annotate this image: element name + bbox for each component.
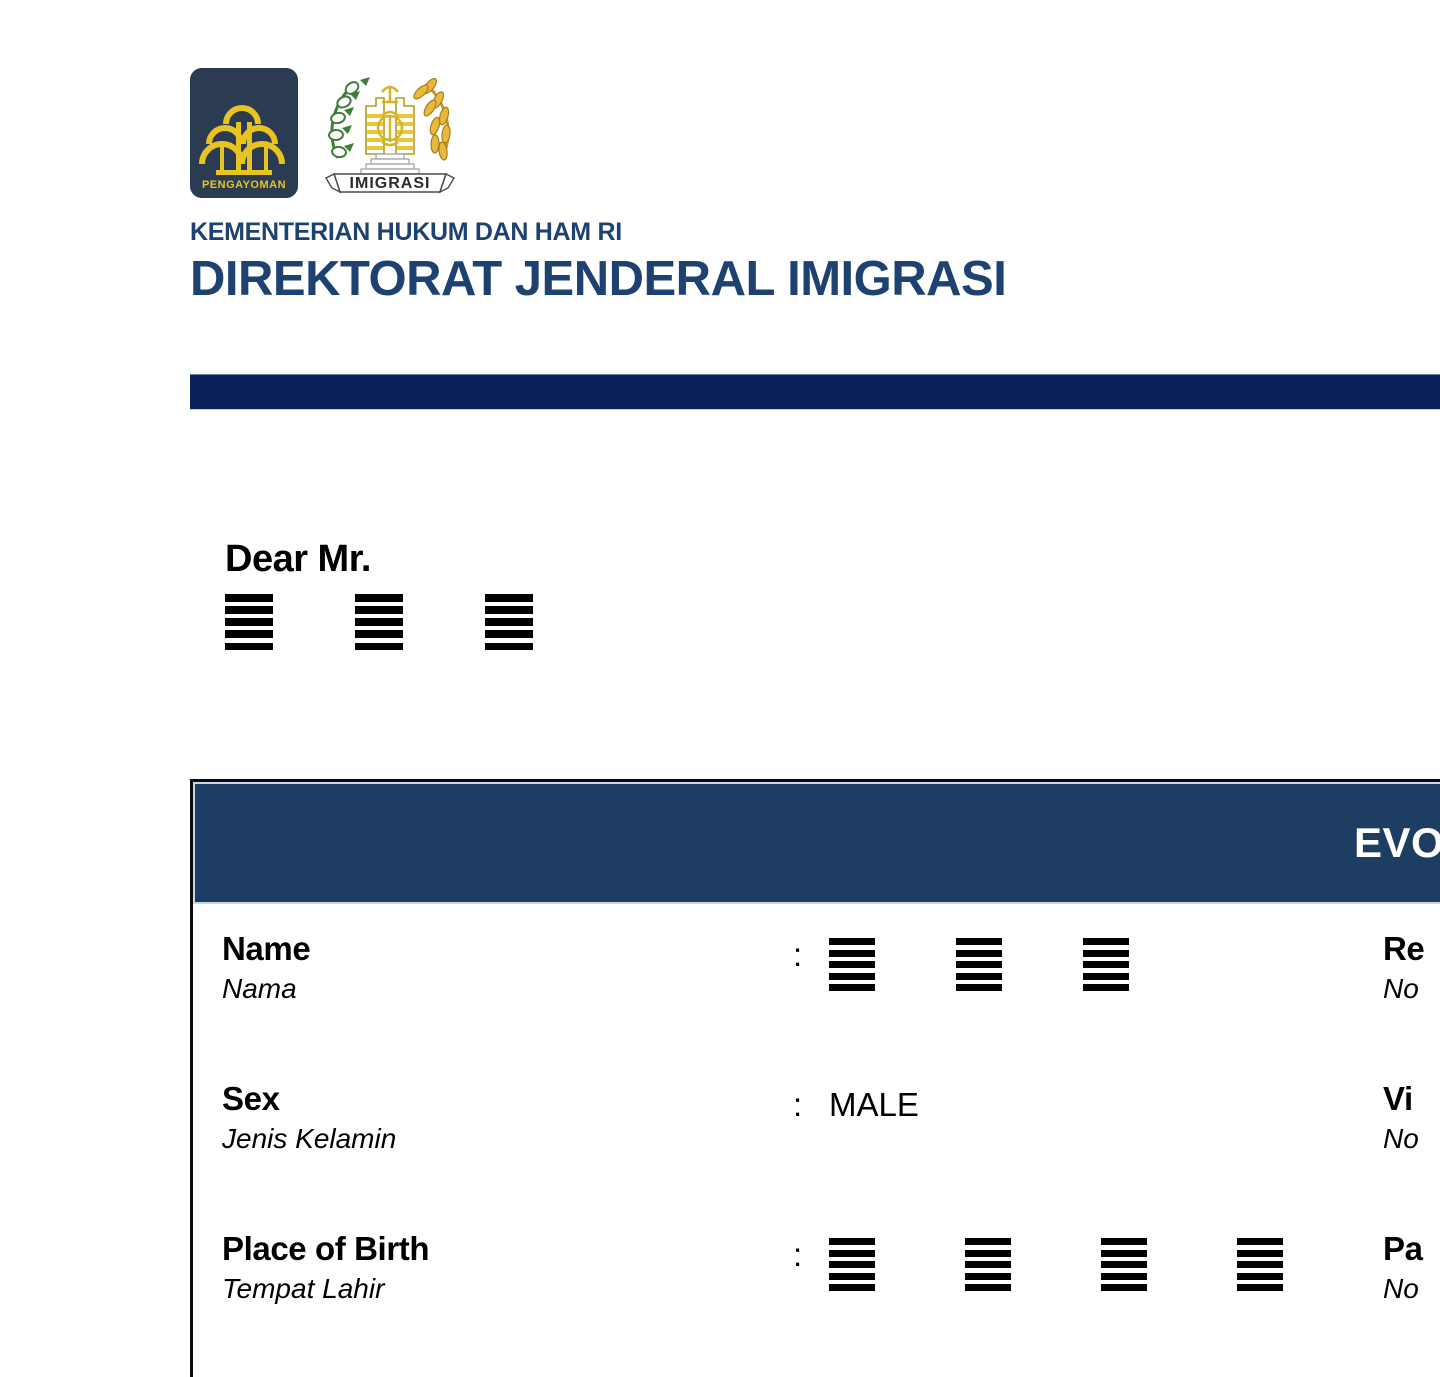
- svg-text:IMIGRASI: IMIGRASI: [350, 175, 431, 192]
- directorate-title: DIREKTORAT JENDERAL IMIGRASI: [190, 252, 1007, 306]
- svg-text:PENGAYOMAN: PENGAYOMAN: [202, 179, 286, 191]
- row-right-column: Pa No: [1383, 1230, 1423, 1307]
- redacted-field-value: [829, 936, 1129, 991]
- field-label-id: No: [1383, 972, 1419, 1004]
- table-header-bar: EVOA: [193, 782, 1440, 904]
- ministry-name: KEMENTERIAN HUKUM DAN HAM RI: [190, 218, 622, 246]
- imigrasi-emblem-icon: IMIGRASI: [320, 58, 460, 198]
- field-label-id: Jenis Kelamin: [222, 1122, 397, 1154]
- field-separator: :: [793, 1236, 803, 1273]
- row-left-column: Name Nama :: [193, 930, 1383, 1007]
- field-value-group: : MALE: [793, 1080, 1383, 1125]
- salutation-block: Dear Mr.: [225, 540, 1125, 652]
- field-label-id: Tempat Lahir: [222, 1272, 385, 1304]
- field-label-en: Sex: [222, 1080, 280, 1117]
- redacted-field-value: [829, 1236, 1283, 1291]
- field-label-id: Nama: [222, 972, 297, 1004]
- table-row: Sex Jenis Kelamin : MALE Vi No: [193, 1080, 1440, 1230]
- letterhead: PENGAYOMAN IMIGRASI KEMENTERIAN HUKUM DA…: [190, 58, 1440, 306]
- redacted-text-block: [1237, 1238, 1283, 1291]
- table-row: Name Nama : Re No: [193, 930, 1440, 1080]
- field-value-group: :: [793, 1230, 1383, 1291]
- row-right-column: Re No: [1383, 930, 1425, 1007]
- redacted-text-block: [829, 1238, 875, 1291]
- redacted-text-block: [485, 594, 533, 650]
- table-header-title: EVOA: [1353, 819, 1440, 866]
- redacted-text-block: [225, 594, 273, 650]
- pengayoman-logo-icon: PENGAYOMAN: [190, 68, 298, 198]
- applicant-data-table: EVOA Name Nama :: [190, 779, 1440, 1377]
- redacted-text-block: [355, 594, 403, 650]
- field-separator: :: [793, 1086, 803, 1123]
- field-separator: :: [793, 936, 803, 973]
- field-label-en: Pa: [1383, 1230, 1423, 1267]
- field-label-group: Sex Jenis Kelamin: [193, 1080, 793, 1157]
- document-page: PENGAYOMAN IMIGRASI KEMENTERIAN HUKUM DA…: [0, 0, 1440, 1377]
- field-label-en: Vi: [1383, 1080, 1413, 1117]
- salutation-greeting: Dear Mr.: [225, 538, 371, 580]
- field-label-id: No: [1383, 1272, 1419, 1304]
- table-row: Place of Birth Tempat Lahir : Pa No: [193, 1230, 1440, 1377]
- header-divider-bar: [190, 374, 1440, 410]
- logo-row: PENGAYOMAN IMIGRASI: [190, 58, 1440, 198]
- field-value-text: MALE: [829, 1086, 919, 1123]
- field-label-id: No: [1383, 1122, 1419, 1154]
- table-body: Name Nama : Re No Sex Jenis Kelamin: MA…: [193, 904, 1440, 1377]
- field-label-en: Place of Birth: [222, 1230, 430, 1267]
- redacted-text-block: [829, 938, 875, 991]
- field-label-en: Name: [222, 930, 311, 967]
- field-label-group: Place of Birth Tempat Lahir: [193, 1230, 793, 1307]
- row-left-column: Sex Jenis Kelamin : MALE: [193, 1080, 1383, 1157]
- field-value-group: :: [793, 930, 1383, 991]
- row-left-column: Place of Birth Tempat Lahir :: [193, 1230, 1383, 1307]
- field-label-en: Re: [1383, 930, 1425, 967]
- row-right-column: Vi No: [1383, 1080, 1419, 1157]
- redacted-text-block: [1101, 1238, 1147, 1291]
- redacted-text-block: [956, 938, 1002, 991]
- field-label-group: Name Nama: [193, 930, 793, 1007]
- salutation-redacted-name: [225, 594, 1125, 652]
- redacted-text-block: [1083, 938, 1129, 991]
- redacted-text-block: [965, 1238, 1011, 1291]
